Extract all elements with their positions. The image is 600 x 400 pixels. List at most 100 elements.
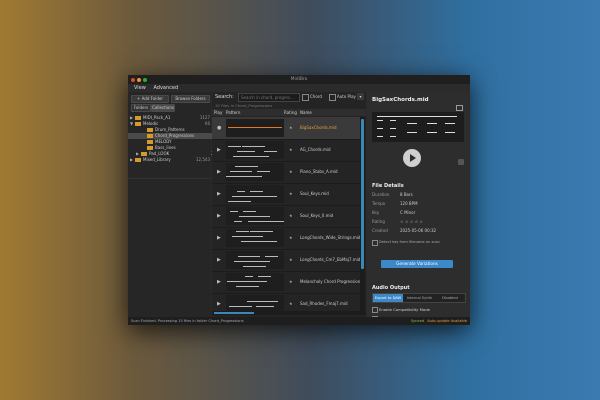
search-input[interactable]: Search in chord, progres...: [238, 93, 300, 102]
col-name[interactable]: Name: [300, 109, 312, 116]
title-bar: MidiBro: [128, 75, 470, 84]
tree-item[interactable]: ▶ MIDI_Pack_A1 1127: [128, 115, 213, 121]
details-list: Duration 8 Bars Tempo 120 BPM Key C Minor Rati…: [372, 192, 464, 237]
maximize-window-button[interactable]: [143, 77, 147, 82]
row-play-icon[interactable]: ▶: [217, 235, 221, 241]
pattern-thumbnail: [226, 163, 284, 181]
row-play-icon[interactable]: ●: [217, 125, 221, 131]
folder-icon: [147, 128, 153, 132]
minimize-window-button[interactable]: [137, 77, 141, 82]
tab-disabled[interactable]: Disabled: [435, 294, 465, 302]
details-header: File Details: [372, 183, 404, 189]
add-folder-button[interactable]: + Add Folder: [131, 95, 169, 103]
row-play-icon[interactable]: ▶: [217, 301, 221, 307]
rating-icon[interactable]: ★: [289, 147, 293, 152]
row-play-icon[interactable]: ▶: [217, 147, 221, 153]
tree-item[interactable]: ▶Pad_LOOK21: [128, 151, 219, 157]
file-count-text: 15 Files in Chord_Progressions: [215, 103, 273, 108]
table-row[interactable]: ▶ ★ LongChords_Wide_Strings.mid: [212, 227, 360, 250]
generate-variations-button[interactable]: Generate Variations: [381, 260, 453, 268]
stop-icon[interactable]: [458, 159, 464, 165]
rating-icon[interactable]: ★: [289, 235, 293, 240]
detail-key: Tempo: [372, 201, 386, 206]
row-play-icon[interactable]: ▶: [217, 257, 221, 263]
tree-label: MIDI_Pack_A1: [143, 115, 171, 120]
folder-icon: [135, 122, 141, 126]
folder-icon: [147, 134, 153, 138]
play-button[interactable]: [403, 149, 421, 167]
compat-label: Enable Compatibility Mode: [379, 307, 430, 312]
detect-key-checkbox[interactable]: [372, 240, 378, 246]
detail-value: 2025-05-06 00:32: [400, 228, 437, 233]
play-icon: [410, 154, 416, 162]
file-name: Soul_Keys.mid: [300, 191, 329, 196]
search-label: Search:: [215, 94, 234, 100]
col-play[interactable]: Play: [214, 109, 222, 116]
chevron-down-icon[interactable]: ▾: [357, 93, 364, 100]
tab-internal-synth[interactable]: Internal Synth: [404, 294, 435, 302]
rating-icon[interactable]: ★: [289, 125, 293, 130]
file-name: AG_Chords.mid: [300, 147, 331, 152]
tree-item[interactable]: ▼ Melodic 66: [128, 121, 213, 127]
rating-icon[interactable]: ★: [289, 279, 293, 284]
file-name: LongChords_Cm7_EbMaj7.mid: [300, 257, 360, 262]
folder-icon: [135, 158, 141, 162]
row-play-icon[interactable]: ▶: [217, 191, 221, 197]
tree-label: Drum_Patterns: [155, 127, 185, 132]
audio-header: Audio Output: [372, 285, 410, 291]
tree-item[interactable]: MELODY41: [128, 139, 225, 145]
chord-checkbox[interactable]: [302, 94, 309, 101]
menu-view[interactable]: View: [134, 85, 146, 91]
tree-item[interactable]: ▶ Mixed_Library 12,543: [128, 157, 213, 163]
h-scrollbar[interactable]: [212, 311, 366, 315]
tab-collections[interactable]: Collections: [151, 104, 175, 112]
pattern-thumbnail: [226, 207, 284, 225]
h-scrollbar-thumb[interactable]: [214, 312, 254, 314]
file-title: BigSaxChords.mid: [372, 97, 429, 103]
row-play-icon[interactable]: ▶: [217, 169, 221, 175]
tree-count: 12,543: [196, 157, 210, 162]
folder-icon: [147, 146, 153, 150]
compat-checkbox[interactable]: [372, 307, 378, 313]
scrollbar-thumb[interactable]: [361, 119, 364, 269]
table-row[interactable]: ▶ ★ Soul_Keys.mid: [212, 183, 360, 206]
row-play-icon[interactable]: ▶: [217, 213, 221, 219]
table-row[interactable]: ▶ ★ Piano_Stabs_A.mid: [212, 161, 360, 184]
tree-label: Mixed_Library: [143, 157, 171, 162]
rating-icon[interactable]: ★: [289, 301, 293, 306]
col-pattern[interactable]: Pattern: [226, 109, 240, 116]
rating-icon[interactable]: ★: [289, 169, 293, 174]
tab-export-to-daw[interactable]: Export to DAW: [373, 294, 403, 302]
close-window-button[interactable]: [131, 77, 135, 82]
pattern-thumbnail: [226, 295, 284, 312]
file-name: BigSaxChords.mid: [300, 125, 337, 130]
pattern-thumbnail: [226, 119, 284, 137]
table-row[interactable]: ▶ ★ AG_Chords.mid: [212, 139, 360, 162]
tree-item[interactable]: Bass_lines12: [128, 145, 225, 151]
scrollbar-track[interactable]: [360, 117, 365, 312]
table-row[interactable]: ▶ ★ Sad_Rhodes_Fmaj7.mid: [212, 293, 360, 312]
tree-count: 1127: [199, 115, 210, 120]
tree-item[interactable]: Chord_Progressions15: [128, 133, 225, 139]
row-play-icon[interactable]: ▶: [217, 279, 221, 285]
rating-icon[interactable]: ★: [289, 213, 293, 218]
table-row[interactable]: ▶ ★ LongChords_Cm7_EbMaj7.mid: [212, 249, 360, 272]
table-row[interactable]: ▶ ★ Melancholy Chord Progression.mid: [212, 271, 360, 294]
col-rating[interactable]: Rating: [284, 109, 297, 116]
expand-icon[interactable]: [456, 105, 463, 111]
tab-folders[interactable]: Folders: [131, 104, 151, 112]
rating-icon[interactable]: ★: [289, 191, 293, 196]
table-row[interactable]: ● ★ BigSaxChords.mid: [212, 117, 360, 140]
tree-label: Chord_Progressions: [155, 133, 195, 138]
tree-item[interactable]: Drum_Patterns24: [128, 127, 225, 133]
menu-advanced[interactable]: Advanced: [153, 85, 178, 91]
detail-key: Key: [372, 210, 380, 215]
status-update[interactable]: Auto-update Available: [427, 317, 467, 325]
file-name: Melancholy Chord Progression.mid: [300, 279, 360, 284]
browse-folders-button[interactable]: Browse Folders: [171, 95, 210, 103]
table-row[interactable]: ▶ ★ Soul_Keys_II.mid: [212, 205, 360, 228]
detail-value: ☆ ☆ ☆ ☆ ☆: [400, 219, 424, 224]
auto-play-checkbox[interactable]: [329, 94, 336, 101]
rating-icon[interactable]: ★: [289, 257, 293, 262]
detect-key-label: Detect key from filename on scan: [379, 240, 440, 244]
